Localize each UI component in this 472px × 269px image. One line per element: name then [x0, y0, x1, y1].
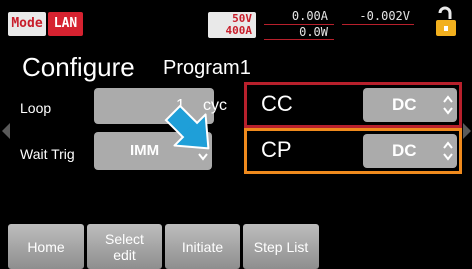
home-button-label: Home [27, 238, 65, 255]
pointer-arrow-icon [164, 104, 210, 150]
wait-trig-label: Wait Trig [20, 146, 75, 162]
current-range: 400A [225, 24, 253, 37]
instrument-screen: Mode LAN 50V 400A 0.00A -0.002V 0.0W Con… [0, 0, 472, 269]
left-arrow-icon[interactable] [2, 123, 10, 139]
lan-indicator: LAN [48, 12, 83, 36]
step-list-button-label: Step List [253, 238, 309, 255]
initiate-button-label: Initiate [181, 238, 224, 255]
cp-mode-value: DC [392, 141, 417, 160]
select-edit-button[interactable]: Select edit [87, 224, 162, 269]
cc-mode-label: CC [261, 91, 293, 116]
cc-mode-select[interactable]: DC [363, 88, 457, 122]
power-underline [264, 39, 334, 40]
loop-label: Loop [20, 100, 52, 116]
program-name: Program1 [163, 57, 251, 79]
mode-indicator: Mode [8, 12, 46, 36]
up-down-spinner-icon[interactable] [443, 140, 453, 162]
power-reading: 0.0W [299, 25, 328, 39]
select-edit-label-line1: Select [105, 230, 144, 247]
voltage-underline [342, 24, 414, 25]
page-title: Configure [22, 52, 135, 82]
right-arrow-icon[interactable] [463, 123, 471, 139]
cc-mode-row[interactable]: CC DC [244, 82, 462, 128]
current-reading: 0.00A [291, 9, 328, 23]
voltage-reading: -0.002V [359, 9, 410, 23]
home-button[interactable]: Home [8, 224, 84, 269]
cp-mode-select[interactable]: DC [363, 134, 457, 168]
wait-trig-value: IMM [130, 142, 160, 159]
unlocked-padlock-icon[interactable] [428, 6, 460, 38]
cp-mode-row[interactable]: CP DC [244, 128, 462, 174]
step-list-button[interactable]: Step List [243, 224, 319, 269]
cc-mode-value: DC [392, 95, 417, 114]
range-indicator: 50V 400A [208, 12, 256, 38]
cp-mode-label: CP [261, 137, 292, 162]
initiate-button[interactable]: Initiate [165, 224, 240, 269]
select-edit-label-line2: edit [113, 246, 136, 263]
up-down-spinner-icon[interactable] [443, 94, 453, 116]
